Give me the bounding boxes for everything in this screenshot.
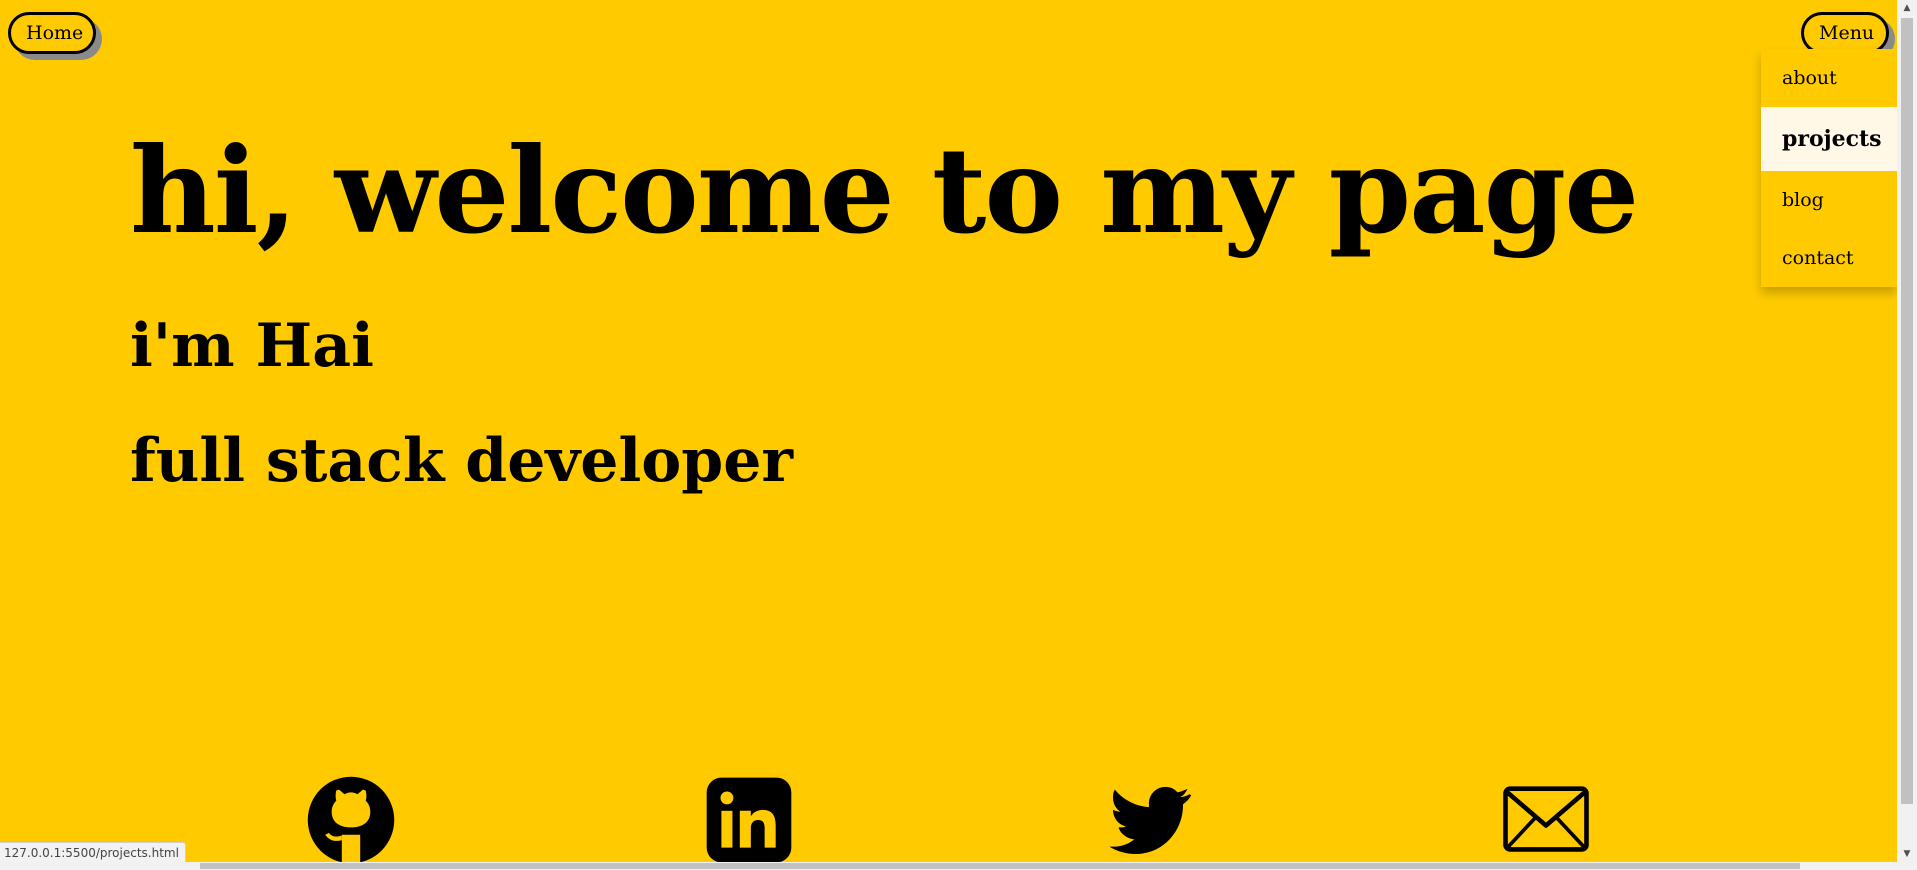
scroll-up-icon[interactable]: ▲ (1897, 0, 1917, 16)
menu-item-projects[interactable]: projects (1761, 107, 1897, 171)
hero-role: full stack developer (130, 426, 793, 496)
twitter-icon (1109, 786, 1192, 855)
twitter-link[interactable] (1102, 774, 1194, 862)
vertical-scrollbar[interactable]: ▲ ▼ (1897, 0, 1917, 870)
page: Home Menu about projects blog contact hi… (0, 0, 1897, 862)
email-link[interactable] (1500, 774, 1592, 862)
menu-item-about[interactable]: about (1761, 49, 1897, 107)
status-url: 127.0.0.1:5500/projects.html (0, 842, 186, 862)
hero-name: i'm Hai (130, 311, 374, 381)
email-icon (1503, 786, 1589, 852)
menu-item-blog[interactable]: blog (1761, 171, 1897, 229)
linkedin-link[interactable] (703, 774, 795, 862)
github-icon (307, 776, 395, 862)
hero-title: hi, welcome to my page (130, 121, 1639, 260)
vertical-scroll-thumb[interactable] (1901, 18, 1913, 804)
menu-dropdown: about projects blog contact (1761, 49, 1897, 287)
home-button[interactable]: Home (8, 12, 96, 54)
menu-item-contact[interactable]: contact (1761, 229, 1897, 287)
github-link[interactable] (305, 774, 397, 862)
linkedin-icon (706, 777, 792, 862)
scroll-down-icon[interactable]: ▼ (1897, 846, 1917, 862)
menu-button[interactable]: Menu (1801, 12, 1889, 54)
horizontal-scroll-thumb[interactable] (200, 863, 1800, 869)
horizontal-scrollbar[interactable] (0, 862, 1897, 870)
